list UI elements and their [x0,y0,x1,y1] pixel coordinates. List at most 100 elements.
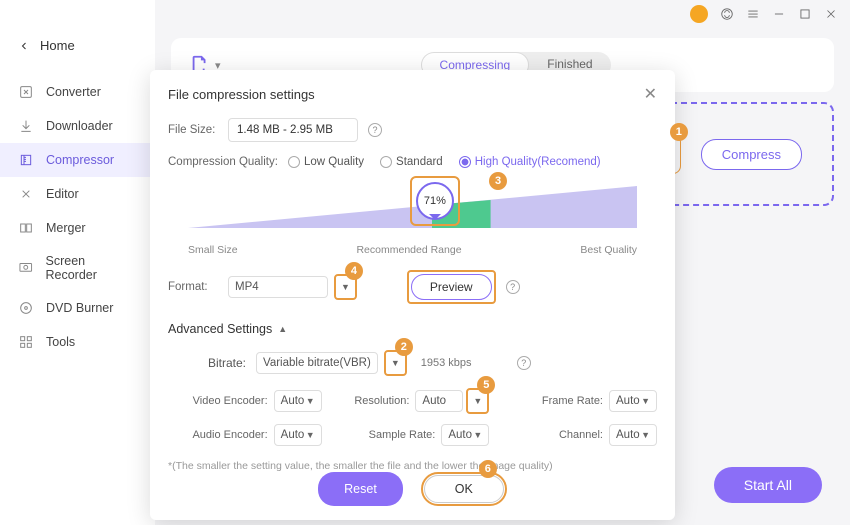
converter-icon [18,84,34,100]
ok-highlight: 6 OK [421,472,507,506]
sidebar-item-converter[interactable]: Converter [0,75,155,109]
slider-label-mid: Recommended Range [356,244,461,256]
sidebar-item-merger[interactable]: Merger [0,211,155,245]
slider-label-left: Small Size [188,244,238,256]
sidebar-item-compressor[interactable]: Compressor [0,143,155,177]
help-icon[interactable]: ? [517,356,531,370]
chevron-down-icon[interactable]: ▼ [470,392,485,410]
slider-label-right: Best Quality [580,244,637,256]
audio-encoder-label: Audio Encoder: [192,429,267,441]
format-dropdown-highlight: 4 ▼ [334,274,357,300]
bitrate-row: Bitrate: Variable bitrate(VBR) 2 ▼ ? [168,350,657,376]
chevron-up-icon: ▲ [278,324,287,334]
footnote-text: *(The smaller the setting value, the sma… [168,460,657,472]
recorder-icon [18,260,34,276]
select-value: Auto [281,429,305,441]
user-avatar[interactable] [690,5,708,23]
modal-header: File compression settings ✕ [168,84,657,104]
window-controls [690,0,850,28]
select-value: Auto [448,429,472,441]
resolution-select[interactable]: Auto [415,390,463,412]
sidebar: Home Converter Downloader Compressor Edi… [0,0,155,525]
slider-labels: Small Size Recommended Range Best Qualit… [188,244,637,256]
preview-button[interactable]: Preview [411,274,492,300]
bitrate-label: Bitrate: [208,356,246,370]
ok-button[interactable]: OK [424,475,504,503]
format-value: MP4 [235,281,259,293]
help-icon[interactable]: ? [506,280,520,294]
file-size-input[interactable] [228,118,358,142]
quality-row: Compression Quality: Low Quality Standar… [168,156,657,168]
close-icon[interactable] [824,7,838,21]
sidebar-item-label: Screen Recorder [46,254,138,282]
help-icon[interactable]: ? [368,123,382,137]
sample-rate-label: Sample Rate: [369,429,436,441]
format-select[interactable]: MP4 [228,276,328,298]
quality-radios: Low Quality Standard High Quality(Recome… [288,156,601,168]
sidebar-item-dvd-burner[interactable]: DVD Burner [0,291,155,325]
back-icon [18,40,30,52]
modal-title-text: File compression settings [168,87,315,102]
channel-select[interactable]: Auto▼ [609,424,657,446]
audio-encoder-select[interactable]: Auto▼ [274,424,322,446]
sidebar-item-tools[interactable]: Tools [0,325,155,359]
sidebar-item-screen-recorder[interactable]: Screen Recorder [0,245,155,291]
compress-button[interactable]: Compress [701,139,802,170]
sidebar-item-label: DVD Burner [46,301,113,315]
sidebar-item-label: Tools [46,335,75,349]
resolution-dropdown-highlight: 5 ▼ [466,388,489,414]
advanced-settings-toggle[interactable]: Advanced Settings ▲ [168,322,657,336]
sidebar-item-downloader[interactable]: Downloader [0,109,155,143]
tools-icon [18,334,34,350]
compression-settings-modal: File compression settings ✕ File Size: ?… [150,70,675,520]
radio-label: Low Quality [304,156,364,168]
format-row: Format: MP4 4 ▼ Preview ? [168,270,657,304]
chevron-down-icon[interactable]: ▼ [338,278,353,296]
radio-standard[interactable]: Standard [380,156,443,168]
radio-label: High Quality(Recomend) [475,156,601,168]
close-icon[interactable]: ✕ [644,84,657,104]
editor-icon [18,186,34,202]
quality-slider[interactable]: 3 71% [188,180,637,240]
chevron-down-icon[interactable]: ▼ [388,354,403,372]
start-all-button[interactable]: Start All [714,467,822,503]
advanced-grid: Video Encoder:Auto▼ Resolution: Auto 5 ▼… [168,388,657,446]
sidebar-item-label: Downloader [46,119,113,133]
slider-handle[interactable]: 71% [416,182,454,220]
compressor-icon [18,152,34,168]
sidebar-item-label: Merger [46,221,86,235]
slider-value: 71% [424,195,446,207]
radio-low[interactable]: Low Quality [288,156,364,168]
sample-rate-select[interactable]: Auto▼ [441,424,489,446]
bitrate-value: Variable bitrate(VBR) [263,357,371,369]
reset-button[interactable]: Reset [318,472,403,506]
advanced-title-text: Advanced Settings [168,322,272,336]
radio-high[interactable]: High Quality(Recomend) [459,156,601,168]
home-link[interactable]: Home [0,30,155,61]
video-encoder-label: Video Encoder: [193,395,268,407]
merger-icon [18,220,34,236]
maximize-icon[interactable] [798,7,812,21]
downloader-icon [18,118,34,134]
callout-1: 1 [670,123,688,141]
select-value: Auto [422,395,446,407]
support-icon[interactable] [720,7,734,21]
frame-rate-label: Frame Rate: [542,395,603,407]
resolution-label: Resolution: [354,395,409,407]
channel-label: Channel: [559,429,603,441]
minimize-icon[interactable] [772,7,786,21]
bitrate-select[interactable]: Variable bitrate(VBR) [256,352,378,374]
select-value: Auto [616,429,640,441]
video-encoder-select[interactable]: Auto▼ [274,390,322,412]
sidebar-item-editor[interactable]: Editor [0,177,155,211]
select-value: Auto [281,395,305,407]
file-size-label: File Size: [168,124,218,136]
preview-highlight: Preview [407,270,496,304]
frame-rate-select[interactable]: Auto▼ [609,390,657,412]
bitrate-input[interactable] [417,353,507,373]
sidebar-item-label: Editor [46,187,79,201]
bitrate-dropdown-highlight: 2 ▼ [384,350,407,376]
quality-label: Compression Quality: [168,156,278,168]
sidebar-item-label: Compressor [46,153,114,167]
menu-icon[interactable] [746,7,760,21]
